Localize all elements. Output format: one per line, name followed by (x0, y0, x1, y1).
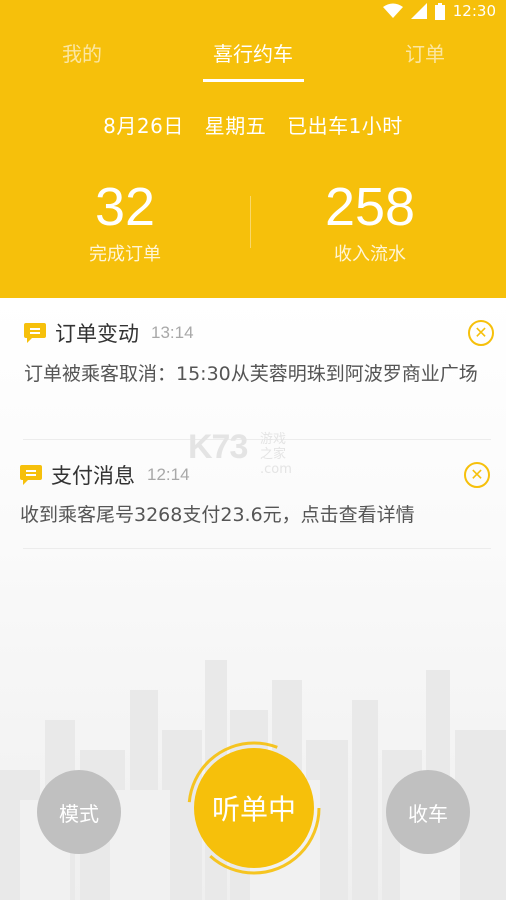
k73-watermark: K73 游戏之家 .com (188, 428, 292, 477)
battery-icon (434, 2, 445, 20)
header-panel: 12:30 我的 喜行约车 订单 8月26日 星期五 已出车1小时 32 完成订… (0, 0, 506, 298)
active-tab-indicator (203, 79, 304, 82)
stat-divider (250, 196, 251, 248)
completed-orders-label: 完成订单 (89, 244, 161, 265)
watermark-logo: K73 (188, 428, 248, 466)
tab-mine[interactable]: 我的 (32, 32, 132, 76)
close-icon: ✕ (474, 323, 488, 342)
status-time: 12:30 (452, 2, 496, 20)
date-line: 8月26日 星期五 已出车1小时 (0, 110, 506, 139)
weekday-text: 星期五 (204, 114, 267, 138)
top-tabs: 我的 喜行约车 订单 (0, 32, 506, 82)
message-body: 收到乘客尾号3268支付23.6元，点击查看详情 (20, 504, 415, 526)
message-divider (23, 548, 491, 549)
tab-orders[interactable]: 订单 (375, 32, 475, 76)
message-divider (23, 439, 491, 440)
date-text: 8月26日 (103, 114, 184, 138)
message-title: 支付消息 (51, 464, 135, 488)
completed-orders-stat: 32 完成订单 (25, 176, 225, 266)
end-shift-button[interactable]: 收车 (386, 770, 470, 854)
message-time: 12:14 (147, 465, 190, 484)
chat-bubble-icon (20, 465, 42, 485)
message-body: 订单被乘客取消：15:30从芙蓉明珠到阿波罗商业广场 (24, 363, 478, 385)
listening-orders-button[interactable]: 听单中 (194, 748, 314, 868)
wifi-icon (382, 3, 403, 18)
revenue-label: 收入流水 (334, 244, 406, 265)
dismiss-message-button[interactable]: ✕ (464, 462, 490, 488)
signal-icon (410, 3, 427, 19)
revenue-value: 258 (324, 177, 416, 237)
mode-button[interactable]: 模式 (37, 770, 121, 854)
revenue-stat: 258 收入流水 (270, 176, 470, 266)
message-title: 订单变动 (55, 322, 139, 346)
watermark-tagline: 游戏之家 .com (260, 432, 292, 477)
message-time: 13:14 (151, 323, 194, 342)
message-header: 支付消息 12:14 (19, 460, 190, 490)
completed-orders-value: 32 (94, 177, 156, 237)
listening-button-wrapper: 听单中 (186, 740, 322, 876)
online-time-text: 已出车1小时 (287, 114, 403, 138)
message-header: 订单变动 13:14 (23, 318, 194, 348)
close-icon: ✕ (470, 465, 484, 484)
tab-xixing-ride[interactable]: 喜行约车 (203, 32, 303, 76)
chat-bubble-icon (24, 323, 46, 343)
status-bar: 12:30 (382, 0, 506, 22)
dismiss-message-button[interactable]: ✕ (468, 320, 494, 346)
